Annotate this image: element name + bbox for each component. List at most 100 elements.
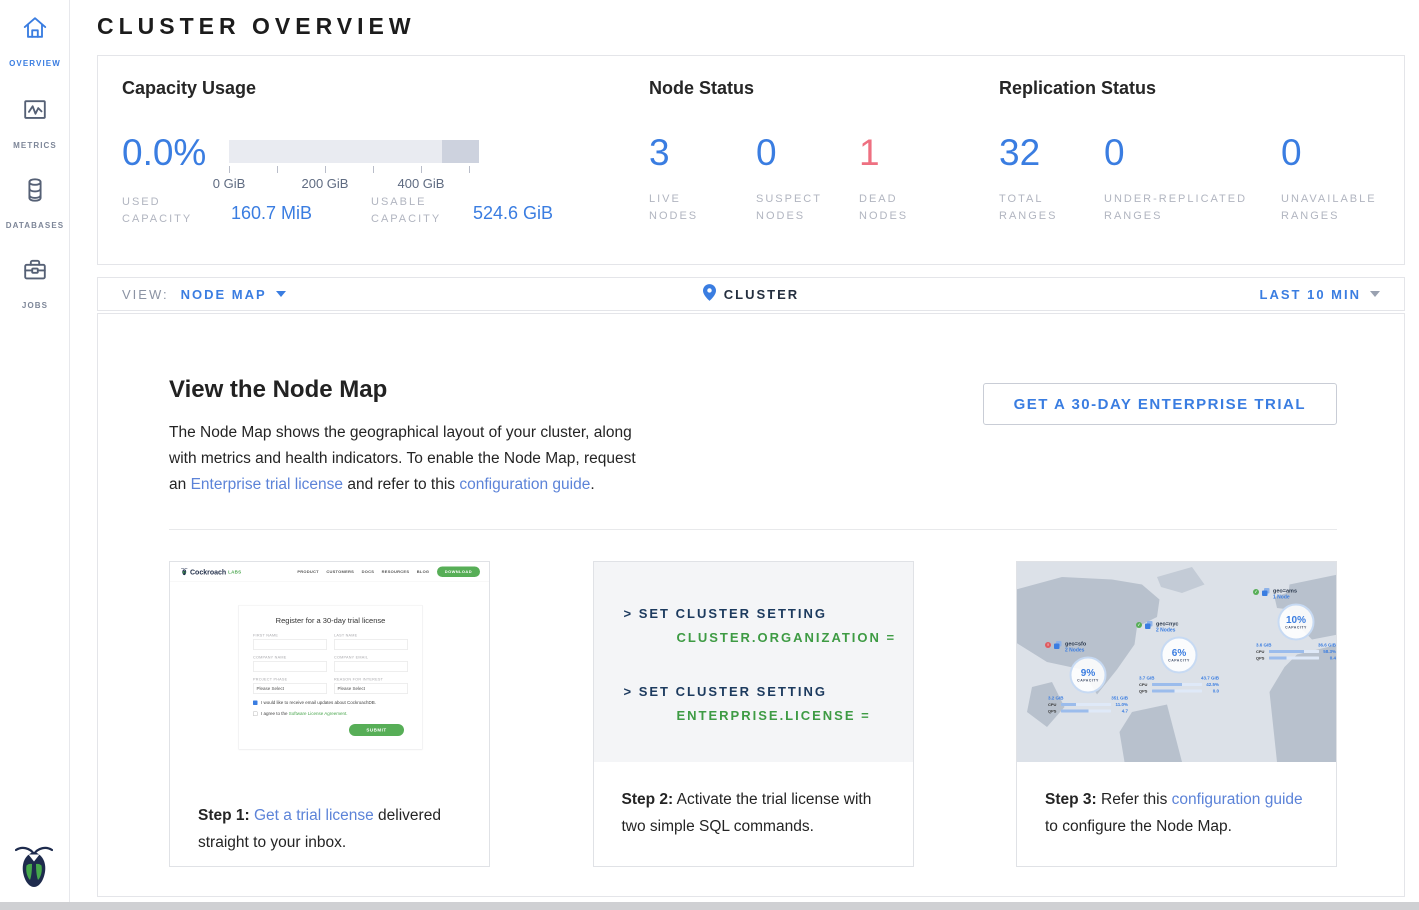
step-1-card: Cockroach LABS PRODUCT CUSTOMERS DOCS RE…	[169, 561, 490, 867]
used-capacity-label: USED CAPACITY	[122, 194, 222, 228]
region-node-count: 1 Node	[1273, 594, 1297, 601]
license-agreement-checkbox-row: I agree to the Software License Agreemen…	[253, 711, 408, 716]
nav-item: DOCS	[362, 570, 375, 575]
cockroach-brand: Cockroach LABS	[181, 568, 241, 577]
capacity-used-percent: 0.0%	[122, 134, 206, 171]
caption-text: Refer this	[1097, 791, 1172, 808]
field-label: COMPANY NAME	[253, 655, 327, 660]
region-nyc: ✓ geo=nyc 2 Nodes 6% CAPACITY	[1136, 621, 1222, 695]
get-trial-license-link[interactable]: Get a trial license	[254, 807, 374, 824]
field-label: REASON FOR INTEREST	[334, 677, 408, 682]
region-sfo: ! geo=sfo 2 Nodes 9% CAPACITY	[1045, 641, 1131, 715]
trial-site-screenshot: Cockroach LABS PRODUCT CUSTOMERS DOCS RE…	[170, 562, 489, 790]
view-dropdown[interactable]: NODE MAP	[181, 287, 286, 302]
live-nodes-value: 3	[649, 134, 749, 171]
capacity-tick	[277, 166, 278, 173]
time-range-value: LAST 10 MIN	[1260, 287, 1361, 302]
capacity-axis-label: 0 GiB	[199, 176, 259, 191]
description-text: .	[590, 476, 594, 493]
capacity-tick	[229, 166, 230, 173]
time-range-dropdown[interactable]: LAST 10 MIN	[1260, 287, 1404, 302]
qps-meter: QPS 0.4	[1256, 656, 1336, 661]
cockroach-labs-logo-icon	[15, 844, 53, 895]
unavailable-ranges-value: 0	[1281, 134, 1419, 171]
cpu-meter: CPU 11.0%	[1048, 702, 1128, 707]
sql-command: > SET CLUSTER SETTING CLUSTER.ORGANIZATI…	[624, 602, 913, 650]
company-name-input	[253, 661, 327, 672]
node-map-preview: ! geo=sfo 2 Nodes 9% CAPACITY	[1017, 562, 1336, 762]
mini-site-nav: PRODUCT CUSTOMERS DOCS RESOURCES BLOG	[297, 570, 429, 575]
total-ranges-value: 32	[999, 134, 1119, 171]
region-header: ! geo=sfo 2 Nodes	[1045, 641, 1131, 654]
cockroach-bug-icon	[181, 568, 188, 577]
reason-for-interest-select: Please Select	[334, 683, 408, 694]
field-label: FIRST NAME	[253, 633, 327, 638]
region-header: ✓ geo=nyc 2 Nodes	[1136, 621, 1222, 634]
capacity-bar-reserved-segment	[442, 140, 480, 163]
unavailable-ranges-stat: 0 UNAVAILABLE RANGES	[1281, 134, 1419, 225]
total-ranges-label: TOTAL RANGES	[999, 191, 1079, 225]
node-group-icon	[1262, 588, 1270, 596]
region-node-count: 2 Nodes	[1156, 627, 1178, 634]
mini-site-header: Cockroach LABS PRODUCT CUSTOMERS DOCS RE…	[170, 562, 489, 582]
under-replicated-ranges-stat: 0 UNDER-REPLICATED RANGES	[1104, 134, 1274, 225]
capacity-range: 3.6 GiB36.6 GiB	[1256, 643, 1336, 648]
capacity-gauge: 9% CAPACITY	[1070, 657, 1107, 694]
chevron-down-icon	[1370, 291, 1380, 297]
window-bottom-edge	[0, 902, 1419, 910]
dead-nodes-stat: 1 DEAD NODES	[859, 134, 959, 225]
nav-item: RESOURCES	[382, 570, 410, 575]
databases-icon	[0, 176, 70, 209]
live-status-icon: ✓	[1253, 589, 1259, 595]
divider	[169, 529, 1337, 530]
configuration-guide-link[interactable]: configuration guide	[1172, 791, 1303, 808]
usable-capacity-value: 524.6 GiB	[473, 203, 553, 224]
capacity-range: 3.2 GiB351 GiB	[1048, 696, 1128, 701]
dead-nodes-label: DEAD NODES	[859, 191, 929, 225]
enterprise-trial-button[interactable]: GET A 30-DAY ENTERPRISE TRIAL	[983, 383, 1337, 425]
gauge-percent: 6%	[1172, 648, 1186, 658]
used-capacity-value: 160.7 MiB	[231, 203, 312, 224]
usable-capacity-label: USABLE CAPACITY	[371, 194, 471, 228]
trial-registration-form: Register for a 30-day trial license FIRS…	[239, 605, 423, 750]
form-field: FIRST NAME	[253, 633, 327, 650]
view-selector: VIEW: NODE MAP	[98, 287, 286, 302]
under-replicated-ranges-label: UNDER-REPLICATED RANGES	[1104, 191, 1269, 225]
brand-name: Cockroach	[190, 568, 226, 576]
field-label: LAST NAME	[334, 633, 408, 638]
view-bar: VIEW: NODE MAP CLUSTER LAST 10 MIN	[97, 277, 1405, 311]
live-nodes-stat: 3 LIVE NODES	[649, 134, 749, 225]
sidebar-item-overview[interactable]: OVERVIEW	[0, 14, 70, 71]
step-2-card: > SET CLUSTER SETTING CLUSTER.ORGANIZATI…	[593, 561, 914, 867]
form-title: Register for a 30-day trial license	[253, 617, 408, 626]
dead-nodes-value: 1	[859, 134, 959, 171]
checkbox-label: I agree to the Software License Agreemen…	[261, 711, 348, 716]
unavailable-ranges-label: UNAVAILABLE RANGES	[1281, 191, 1411, 225]
sql-setting: ENTERPRISE.LICENSE =	[624, 704, 913, 728]
sidebar-item-jobs[interactable]: JOBS	[0, 256, 70, 313]
nav-item: CUSTOMERS	[326, 570, 354, 575]
software-license-link: Software License Agreement.	[289, 711, 348, 716]
cpu-meter: CPU 58.3%	[1256, 649, 1336, 654]
email-updates-checkbox-row: I would like to receive email updates ab…	[253, 700, 408, 705]
sidebar-item-metrics[interactable]: METRICS	[0, 96, 70, 153]
step-label: Step 2:	[622, 791, 674, 808]
capacity-tick	[421, 166, 422, 173]
sidebar-item-databases[interactable]: DATABASES	[0, 176, 70, 233]
enterprise-trial-license-link[interactable]: Enterprise trial license	[191, 476, 343, 493]
cluster-summary-panel: Capacity Usage 0.0% 0 GiB 200 GiB 400 Gi…	[97, 55, 1405, 265]
capacity-gauge: 10% CAPACITY	[1278, 604, 1315, 641]
sql-command: > SET CLUSTER SETTING ENTERPRISE.LICENSE…	[624, 680, 913, 728]
capacity-tick	[469, 166, 470, 173]
description-text: and refer to this	[343, 476, 459, 493]
gauge-label: CAPACITY	[1077, 679, 1099, 683]
capacity-range: 3.7 GiB43.7 GiB	[1139, 676, 1219, 681]
configuration-guide-link[interactable]: configuration guide	[459, 476, 590, 493]
project-phase-select: Please Select	[253, 683, 327, 694]
checkbox-checked-icon	[253, 700, 258, 705]
nav-item: BLOG	[417, 570, 430, 575]
form-field: PROJECT PHASE Please Select	[253, 677, 327, 694]
node-map-panel: View the Node Map The Node Map shows the…	[97, 313, 1405, 897]
home-icon	[0, 14, 70, 47]
company-email-input	[334, 661, 408, 672]
